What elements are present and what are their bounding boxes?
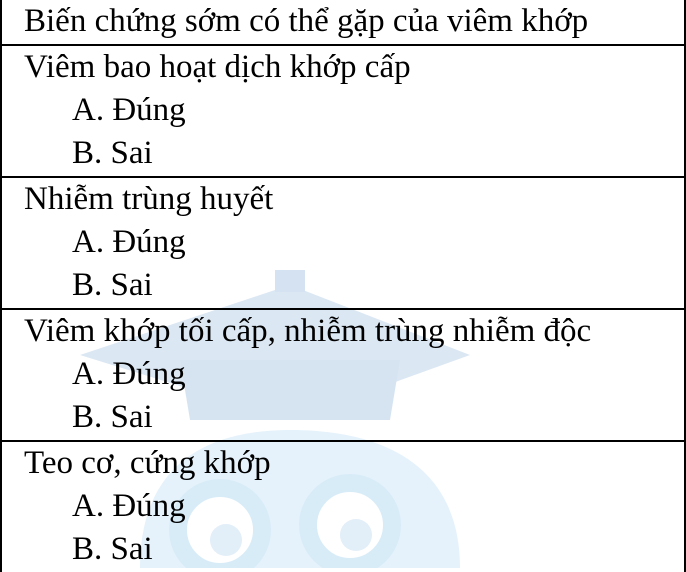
question-stem: Viêm bao hoạt dịch khớp cấp [24,49,411,85]
option-a[interactable]: A. Đúng [24,485,684,528]
option-a[interactable]: A. Đúng [24,353,684,396]
option-b[interactable]: B. Sai [24,132,684,175]
question-stem: Teo cơ, cứng khớp [24,445,271,481]
option-a[interactable]: A. Đúng [24,221,684,264]
option-b[interactable]: B. Sai [24,264,684,307]
question-stem: Nhiễm trùng huyết [24,181,274,217]
option-b[interactable]: B. Sai [24,528,684,571]
quiz-table: Biến chứng sớm có thể gặp của viêm khớp … [0,0,686,572]
question-cell: Viêm khớp tối cấp, nhiễm trùng nhiễm độc… [0,309,686,442]
question-cell: Teo cơ, cứng khớp A. Đúng B. Sai [0,441,686,572]
header-row: Biến chứng sớm có thể gặp của viêm khớp [0,0,686,46]
question-cell: Nhiễm trùng huyết A. Đúng B. Sai [0,177,686,310]
option-a[interactable]: A. Đúng [24,89,684,132]
question-row-3: Viêm khớp tối cấp, nhiễm trùng nhiễm độc… [0,309,686,442]
question-row-4: Teo cơ, cứng khớp A. Đúng B. Sai [0,441,686,572]
question-stem: Viêm khớp tối cấp, nhiễm trùng nhiễm độc [24,313,592,349]
question-group-title: Biến chứng sớm có thể gặp của viêm khớp [24,3,589,39]
option-b[interactable]: B. Sai [24,396,684,439]
question-cell: Viêm bao hoạt dịch khớp cấp A. Đúng B. S… [0,45,686,178]
header-cell: Biến chứng sớm có thể gặp của viêm khớp [0,0,686,46]
question-row-1: Viêm bao hoạt dịch khớp cấp A. Đúng B. S… [0,45,686,178]
question-row-2: Nhiễm trùng huyết A. Đúng B. Sai [0,177,686,310]
